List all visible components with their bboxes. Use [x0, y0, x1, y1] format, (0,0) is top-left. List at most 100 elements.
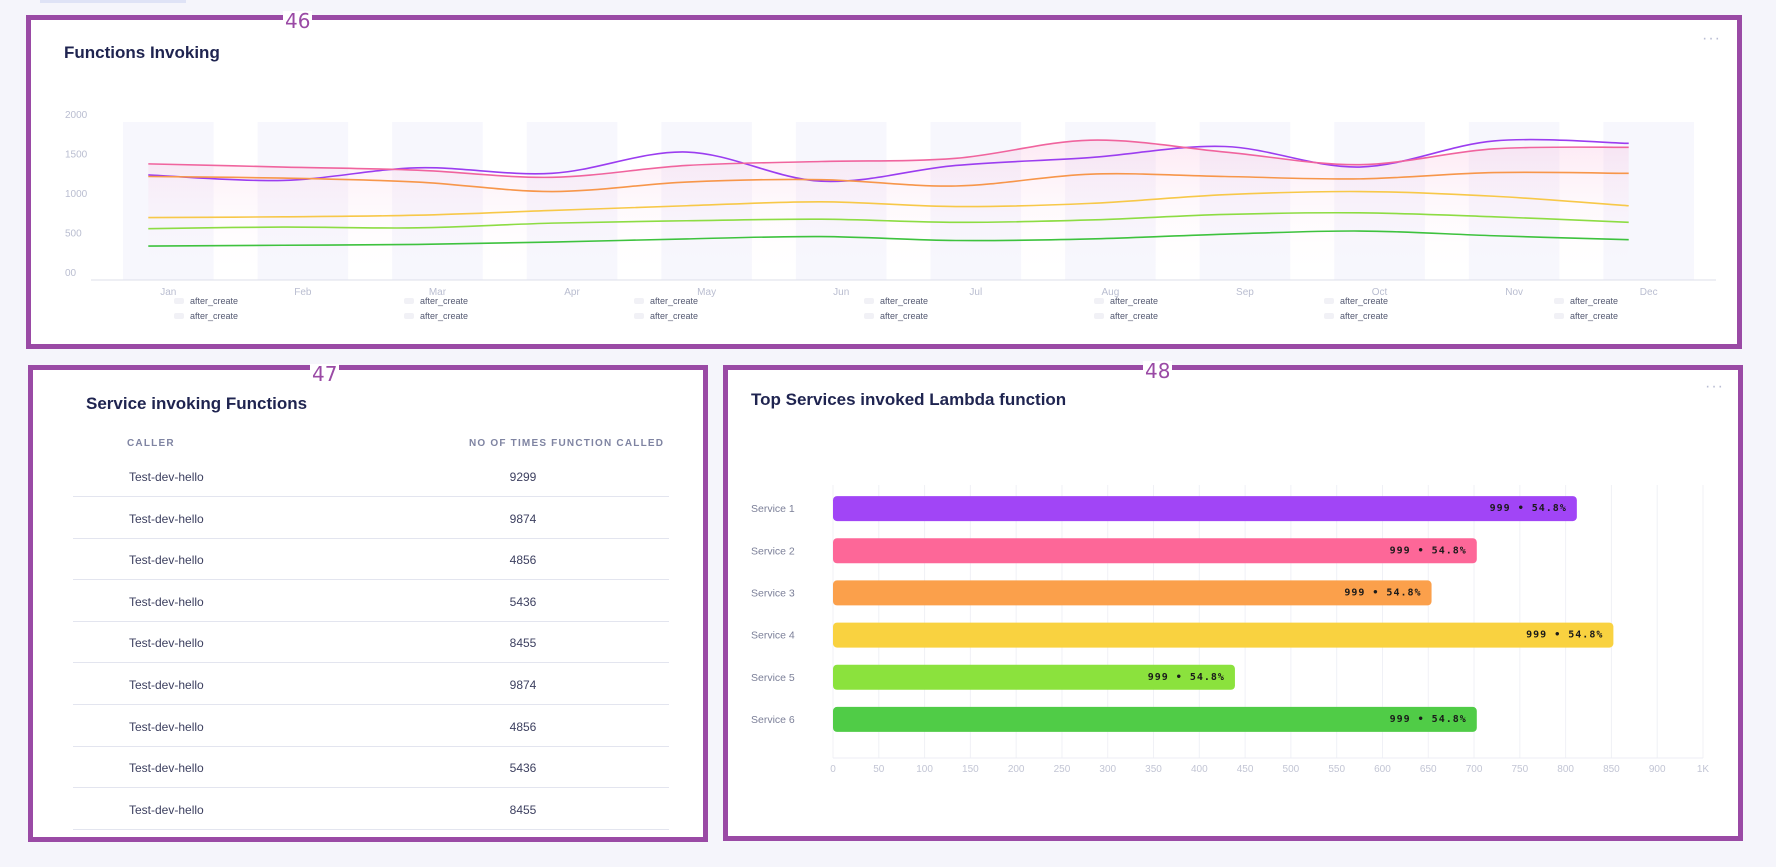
legend-label: after_create [879, 311, 929, 321]
bar-value-label: 999 • 54.8% [1344, 587, 1421, 598]
bar-value-label: 999 • 54.8% [1390, 714, 1467, 725]
x-tick-label: 1K [1697, 764, 1710, 775]
x-tick-label: 650 [1420, 764, 1437, 775]
y-tick-label: 1000 [65, 189, 88, 200]
x-tick-label: 900 [1649, 764, 1666, 775]
legend-swatch [1553, 298, 1564, 304]
functions-invoking-chart: 00500100015002000Jan Feb Mar Apr May Jun Jul Au… [65, 110, 1716, 298]
caller-cell: Test-dev-hello [129, 553, 204, 568]
caller-cell: Test-dev-hello [129, 636, 204, 651]
y-tick-label: 1500 [65, 150, 88, 161]
region-number: 46 [283, 9, 313, 33]
legend-label: after_create [1569, 296, 1619, 306]
x-tick-label: 50 [873, 764, 885, 775]
legend-label: after_create [419, 296, 469, 306]
top-bar-stub [40, 0, 186, 3]
legend-item[interactable]: after_create [551, 311, 781, 321]
card-title: Functions Invoking [64, 43, 220, 62]
table-row[interactable]: Test-dev-hello 5436 [73, 747, 669, 789]
legend-item[interactable]: after_create [1471, 311, 1701, 321]
count-cell: 9299 [509, 470, 537, 484]
legend-swatch [173, 313, 184, 319]
legend-item[interactable]: after_create [1011, 311, 1241, 321]
legend-label: after_create [419, 311, 469, 321]
legend-label: after_create [1339, 296, 1389, 306]
caller-cell: Test-dev-hello [129, 511, 204, 526]
category-label: Service 2 [751, 545, 795, 557]
count-cell: 8455 [509, 636, 537, 651]
legend-label: after_create [1569, 311, 1619, 321]
x-tick-label: 550 [1328, 764, 1345, 775]
category-label: Service 3 [751, 587, 795, 599]
table-row[interactable]: Test-dev-hello 8455 [73, 789, 669, 830]
x-tick-label: 700 [1466, 764, 1483, 775]
table-row[interactable]: Test-dev-hello 9299 [73, 456, 669, 497]
top-services-card: Top Services invoked Lambda function ···… [723, 365, 1743, 841]
legend-item[interactable]: after_create [551, 296, 781, 306]
card-title: Service invoking Functions [86, 394, 308, 413]
bar[interactable] [833, 538, 1477, 564]
caller-cell: Test-dev-hello [129, 678, 204, 692]
x-tick-label: 300 [1099, 764, 1116, 775]
legend-item[interactable]: after_create [91, 296, 321, 306]
table-row[interactable]: Test-dev-hello 4856 [73, 539, 669, 581]
legend-label: after_create [879, 296, 929, 306]
caller-cell: Test-dev-hello [129, 802, 204, 817]
count-cell: 5436 [509, 761, 537, 776]
legend-item[interactable]: after_create [321, 311, 551, 321]
legend-item[interactable]: after_create [1011, 296, 1241, 306]
count-cell: 4856 [509, 719, 537, 734]
x-tick-label: 450 [1237, 764, 1254, 775]
count-cell: 4856 [509, 553, 537, 568]
table-row[interactable]: Test-dev-hello 5436 [73, 581, 669, 622]
legend-item[interactable]: after_create [1241, 296, 1471, 306]
legend-swatch [863, 313, 874, 319]
table-row[interactable]: Test-dev-hello 9874 [73, 664, 669, 705]
functions-invoking-card: Functions Invoking ··· 00 500 1000 1500 2000… [26, 15, 1742, 349]
x-tick-label: 0 [830, 764, 836, 775]
legend-label: after_create [1339, 311, 1389, 321]
count-cell: 9874 [509, 678, 537, 692]
caller-cell: Test-dev-hello [129, 719, 204, 734]
bar-value-label: 999 • 54.8% [1148, 672, 1225, 683]
table-row[interactable]: Test-dev-hello 4856 [73, 706, 669, 747]
legend-swatch [1093, 298, 1104, 304]
bar-value-label: 999 • 54.8% [1490, 503, 1567, 514]
legend-label: after_create [649, 296, 699, 306]
legend-item[interactable]: after_create [1471, 296, 1701, 306]
bar[interactable] [833, 496, 1577, 522]
region-number: 47 [310, 362, 340, 386]
count-cell: 5436 [509, 594, 537, 609]
category-label: Service 4 [751, 630, 795, 642]
x-tick-label: 750 [1511, 764, 1528, 775]
y-tick-label: 2000 [65, 110, 88, 121]
y-tick-label: 500 [65, 229, 82, 240]
count-cell: 8455 [509, 802, 537, 817]
table-row[interactable]: Test-dev-hello 9874 [73, 498, 669, 539]
legend-item[interactable]: after_create [91, 311, 321, 321]
legend-swatch [863, 298, 874, 304]
legend-swatch [633, 298, 644, 304]
more-options-icon[interactable]: ··· [1702, 31, 1721, 47]
x-tick-label: 400 [1191, 764, 1208, 775]
legend-item[interactable]: after_create [321, 296, 551, 306]
legend-swatch [1323, 298, 1334, 304]
region-number: 48 [1143, 359, 1173, 383]
legend-label: after_create [649, 311, 699, 321]
legend-item[interactable]: after_create [781, 296, 1011, 306]
legend-item[interactable]: after_create [781, 311, 1011, 321]
bar-value-label: 999 • 54.8% [1390, 545, 1467, 556]
column-header-count: NO OF TIMES FUNCTION CALLED [469, 438, 665, 449]
legend-swatch [1093, 313, 1104, 319]
category-label: Service 6 [751, 714, 795, 726]
bar[interactable] [833, 622, 1614, 648]
bar[interactable] [833, 580, 1432, 606]
table-row[interactable]: Test-dev-hello 8455 [73, 622, 669, 664]
caller-cell: Test-dev-hello [129, 761, 204, 776]
bar[interactable] [833, 706, 1477, 732]
chart-legend: after_create after_create after_create afte… [91, 296, 1701, 321]
x-tick-label: 250 [1054, 764, 1071, 775]
top-services-chart: 0 50 100 150 200 250 300 350 400 450 500 550 600 650 7… [751, 485, 1710, 775]
legend-item[interactable]: after_create [1241, 311, 1471, 321]
x-tick-label: 600 [1374, 764, 1391, 775]
